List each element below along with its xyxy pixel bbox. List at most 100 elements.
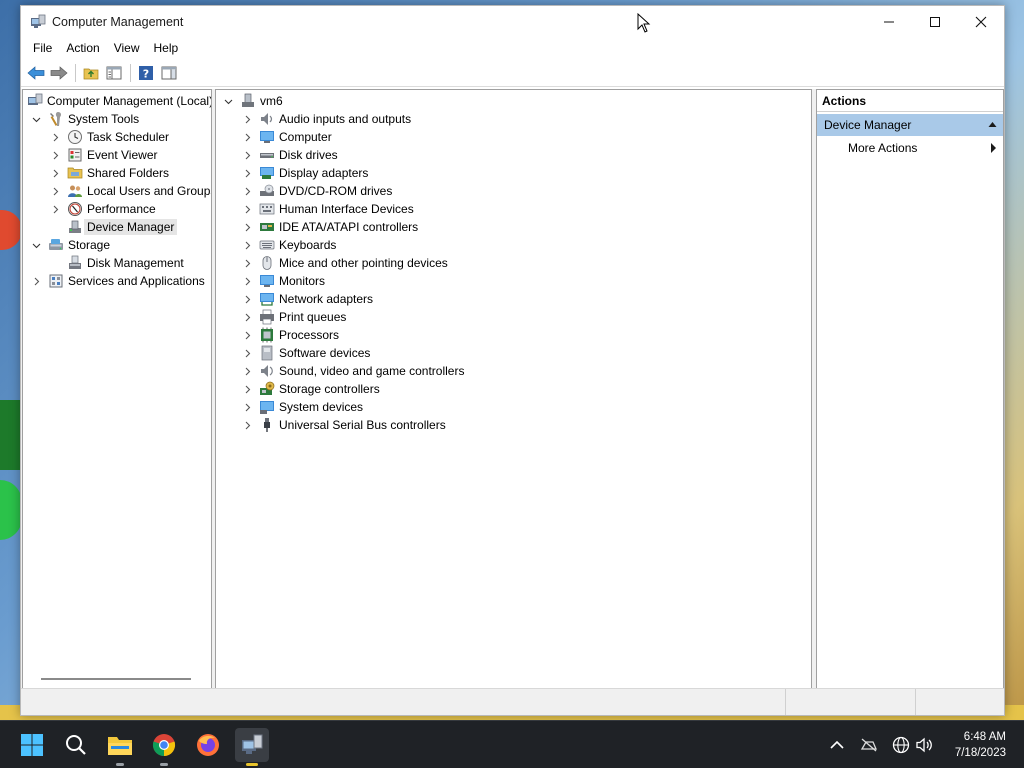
device-category-disk-drives[interactable]: Disk drives: [216, 146, 811, 164]
tree-item-services-applications[interactable]: Services and Applications: [23, 272, 211, 290]
chevron-right-icon[interactable]: [241, 146, 253, 164]
chevron-down-icon[interactable]: [30, 110, 42, 128]
start-button[interactable]: [15, 728, 49, 762]
device-category-sound-video-and-game-controllers[interactable]: Sound, video and game controllers: [216, 362, 811, 380]
device-category-audio-inputs-and-outputs[interactable]: Audio inputs and outputs: [216, 110, 811, 128]
chevron-right-icon[interactable]: [49, 200, 61, 218]
device-category-ide-ata-atapi-controllers[interactable]: IDE ATA/ATAPI controllers: [216, 218, 811, 236]
menu-help[interactable]: Help: [147, 37, 186, 59]
services-icon: [48, 273, 64, 289]
device-category-display-adapters[interactable]: Display adapters: [216, 164, 811, 182]
tree-item-task-scheduler[interactable]: Task Scheduler: [23, 128, 211, 146]
menu-action[interactable]: Action: [59, 37, 106, 59]
chevron-right-icon[interactable]: [241, 308, 253, 326]
device-category-label: Audio inputs and outputs: [279, 112, 412, 126]
device-category-universal-serial-bus-controllers[interactable]: Universal Serial Bus controllers: [216, 416, 811, 434]
tree-item-storage[interactable]: Storage: [23, 236, 211, 254]
device-category-monitors[interactable]: Monitors: [216, 272, 811, 290]
taskbar-clock[interactable]: 6:48 AM 7/18/2023: [955, 729, 1006, 761]
help-button[interactable]: ?: [135, 62, 157, 84]
tree-item-system-tools[interactable]: System Tools: [23, 110, 211, 128]
chevron-right-icon[interactable]: [49, 128, 61, 146]
minimize-icon: [884, 21, 894, 22]
chevron-right-icon[interactable]: [241, 272, 253, 290]
device-category-mice-and-other-pointing-devices[interactable]: Mice and other pointing devices: [216, 254, 811, 272]
show-hide-action-pane-button[interactable]: [158, 62, 180, 84]
tree-item-event-viewer[interactable]: Event Viewer: [23, 146, 211, 164]
menu-file[interactable]: File: [26, 37, 59, 59]
speaker-icon: [259, 111, 275, 127]
tree-root[interactable]: Computer Management (Local): [23, 92, 211, 110]
chevron-right-icon[interactable]: [241, 380, 253, 398]
device-tree-root[interactable]: vm6: [216, 92, 811, 110]
chevron-right-icon[interactable]: [241, 164, 253, 182]
chevron-right-icon[interactable]: [241, 416, 253, 434]
chevron-down-icon[interactable]: [30, 236, 42, 254]
chevron-right-icon[interactable]: [241, 110, 253, 128]
tree-item-shared-folders[interactable]: Shared Folders: [23, 164, 211, 182]
clock-time: 6:48 AM: [963, 731, 1006, 743]
tree-item-performance[interactable]: Performance: [23, 200, 211, 218]
chevron-right-icon[interactable]: [49, 146, 61, 164]
device-category-dvd-cd-rom-drives[interactable]: DVD/CD-ROM drives: [216, 182, 811, 200]
minimize-button[interactable]: [866, 6, 912, 37]
dvd-drive-icon: [259, 183, 275, 199]
device-category-system-devices[interactable]: System devices: [216, 398, 811, 416]
hid-icon: [259, 201, 275, 217]
device-category-label: Computer: [279, 130, 332, 144]
search-button[interactable]: [59, 728, 93, 762]
disk-drive-icon: [259, 147, 275, 163]
more-actions-item[interactable]: More Actions: [817, 136, 1003, 160]
chevron-right-icon[interactable]: [241, 128, 253, 146]
tree-item-device-manager[interactable]: Device Manager: [23, 218, 211, 236]
chevron-right-icon[interactable]: [241, 182, 253, 200]
toolbar-separator: [75, 63, 76, 82]
forward-button[interactable]: [48, 62, 70, 84]
computer-host-icon: [240, 93, 256, 109]
network-disconnected-icon: [860, 738, 877, 752]
taskbar-firefox[interactable]: [191, 728, 225, 762]
show-hide-tree-icon: [106, 66, 122, 79]
chevron-right-icon[interactable]: [241, 326, 253, 344]
chevron-right-icon[interactable]: [49, 164, 61, 182]
console-tree-pane: Computer Management (Local) System Tools…: [22, 89, 212, 689]
show-hide-tree-button[interactable]: [103, 62, 125, 84]
volume-button[interactable]: [914, 735, 934, 755]
network-status-button[interactable]: [859, 735, 879, 755]
chevron-right-icon[interactable]: [241, 236, 253, 254]
tree-item-disk-management[interactable]: Disk Management: [23, 254, 211, 272]
chevron-right-icon[interactable]: [241, 254, 253, 272]
tree-item-local-users-groups[interactable]: Local Users and Groups: [23, 182, 211, 200]
maximize-button[interactable]: [912, 6, 958, 37]
chevron-right-icon[interactable]: [241, 290, 253, 308]
taskbar-chrome[interactable]: [147, 728, 181, 766]
chevron-right-icon[interactable]: [241, 362, 253, 380]
device-category-print-queues[interactable]: Print queues: [216, 308, 811, 326]
close-button[interactable]: [958, 6, 1004, 37]
back-button[interactable]: [25, 62, 47, 84]
show-hidden-icons-button[interactable]: [827, 735, 847, 755]
chevron-right-icon[interactable]: [49, 182, 61, 200]
chevron-right-icon[interactable]: [241, 218, 253, 236]
device-category-keyboards[interactable]: Keyboards: [216, 236, 811, 254]
device-category-network-adapters[interactable]: Network adapters: [216, 290, 811, 308]
device-category-storage-controllers[interactable]: Storage controllers: [216, 380, 811, 398]
chevron-right-icon[interactable]: [30, 272, 42, 290]
menu-view[interactable]: View: [107, 37, 147, 59]
taskbar-computer-management[interactable]: [235, 728, 269, 766]
chevron-down-icon[interactable]: [222, 92, 234, 110]
chevron-right-icon[interactable]: [241, 398, 253, 416]
taskbar-file-explorer[interactable]: [103, 728, 137, 766]
up-one-level-button[interactable]: [80, 62, 102, 84]
device-category-human-interface-devices[interactable]: Human Interface Devices: [216, 200, 811, 218]
actions-section-device-manager[interactable]: Device Manager: [817, 114, 1003, 136]
device-category-computer[interactable]: Computer: [216, 128, 811, 146]
device-category-software-devices[interactable]: Software devices: [216, 344, 811, 362]
title-bar[interactable]: Computer Management: [21, 6, 1004, 37]
horizontal-scrollbar[interactable]: [41, 678, 191, 680]
language-button[interactable]: [891, 735, 911, 755]
chevron-right-icon[interactable]: [241, 344, 253, 362]
device-category-processors[interactable]: Processors: [216, 326, 811, 344]
device-manager-icon: [67, 219, 83, 235]
chevron-right-icon[interactable]: [241, 200, 253, 218]
